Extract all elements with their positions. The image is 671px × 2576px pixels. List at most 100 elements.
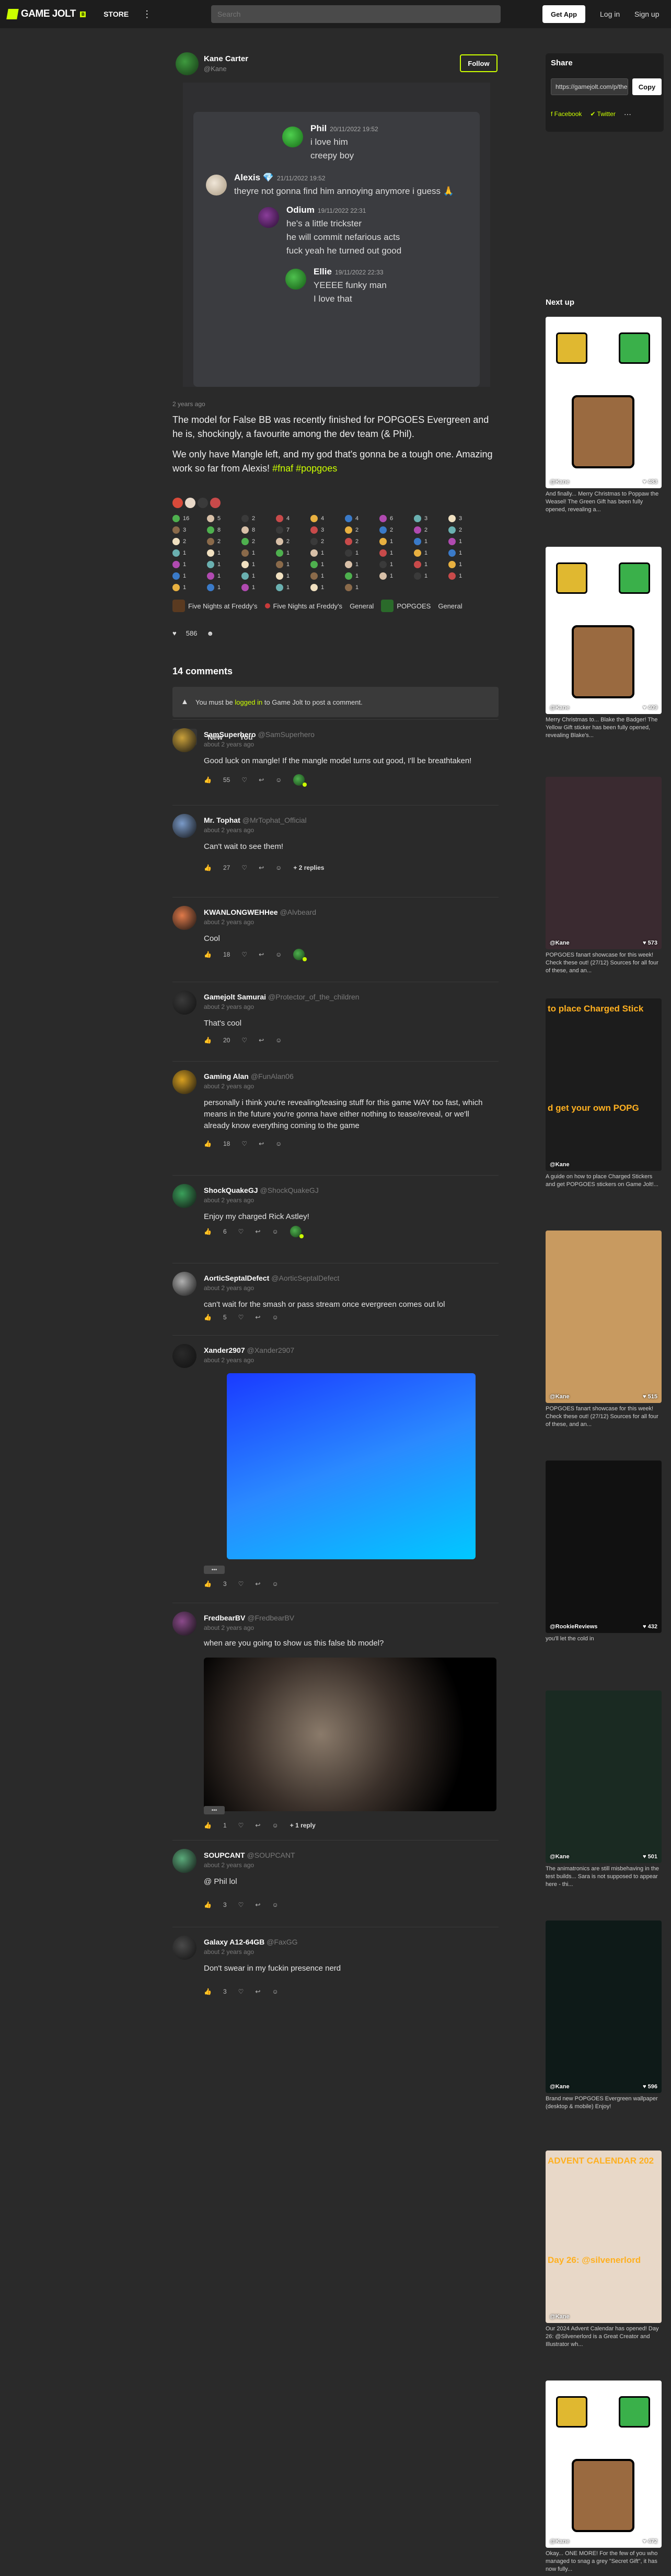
comment-author[interactable]: KWANLONGWEHHee @Alvbeard xyxy=(204,908,316,916)
comment-avatar[interactable] xyxy=(172,1849,196,1873)
sticker-reaction[interactable]: 1 xyxy=(207,560,236,569)
sticker-reaction[interactable]: 4 xyxy=(345,514,374,523)
sticker-reaction[interactable]: 1 xyxy=(345,549,374,557)
reply-icon[interactable]: ↩ xyxy=(259,951,264,958)
replies-link[interactable]: + 1 reply xyxy=(290,1822,316,1829)
sticker-reaction[interactable]: 1 xyxy=(448,572,478,580)
comment-author[interactable]: FredbearBV @FredbearBV xyxy=(204,1614,294,1622)
copy-button[interactable]: Copy xyxy=(632,78,662,95)
next-up-card[interactable]: @Kane ♥ 472 Okay... ONE MORE! For the few … xyxy=(546,2380,662,2574)
next-up-card[interactable]: @Kane ♥ 573 POPGOES fanart showcase for th… xyxy=(546,777,662,975)
sticker-reaction[interactable]: 8 xyxy=(207,526,236,534)
login-link[interactable]: logged in xyxy=(235,698,262,706)
sticker-reaction[interactable]: 2 xyxy=(414,526,443,534)
comment-avatar[interactable] xyxy=(172,906,196,930)
comment-author[interactable]: ShockQuakeGJ @ShockQuakeGJ xyxy=(204,1186,319,1194)
sticker-reaction[interactable]: 1 xyxy=(172,572,202,580)
reply-icon[interactable]: ↩ xyxy=(255,1901,260,1908)
sticker-reaction[interactable]: 2 xyxy=(276,537,305,546)
sticker-reaction[interactable]: 1 xyxy=(241,572,271,580)
hashtag-link[interactable]: #popgoes xyxy=(296,463,337,474)
next-up-card[interactable]: @Kane ♥ 483 And finally... Merry Christmas… xyxy=(546,317,662,514)
like-icon[interactable]: 👍 xyxy=(204,1140,212,1147)
gamejolt-logo[interactable]: GAME JOLT Β xyxy=(6,8,86,20)
heart-icon[interactable]: ♡ xyxy=(238,1822,244,1829)
comment-author[interactable]: Xander2907 @Xander2907 xyxy=(204,1346,294,1354)
charged-stickers[interactable] xyxy=(172,498,486,510)
comment-author[interactable]: Mr. Tophat @MrTophat_Official xyxy=(204,816,307,824)
comment-author[interactable]: Gaming Alan @FunAlan06 xyxy=(204,1072,294,1080)
follow-button[interactable]: Follow xyxy=(460,54,498,72)
heart-icon[interactable]: ♡ xyxy=(241,864,247,871)
like-icon[interactable]: 👍 xyxy=(204,1228,212,1235)
community-tag[interactable]: Five Nights at Freddy's xyxy=(172,600,258,612)
post-image[interactable]: Phil 20/11/2022 19:52 i love him creepy b… xyxy=(183,83,490,387)
next-up-card[interactable]: to place Charged Stick d get your own POP… xyxy=(546,998,662,1197)
signup-link[interactable]: Sign up xyxy=(634,10,659,18)
sticker-reaction[interactable]: 2 xyxy=(310,537,340,546)
sticker-reaction[interactable]: 7 xyxy=(276,526,305,534)
sticker-reaction[interactable]: 1 xyxy=(379,560,409,569)
sticker-reaction[interactable]: 1 xyxy=(241,583,271,592)
more-share-icon[interactable]: ··· xyxy=(624,110,631,118)
sticker-reaction[interactable]: 2 xyxy=(448,526,478,534)
like-count[interactable]: 586 xyxy=(186,629,198,637)
facebook-share-button[interactable]: f Facebook xyxy=(551,110,582,118)
sticker-reaction[interactable]: 1 xyxy=(276,549,305,557)
sticker-reaction[interactable]: 1 xyxy=(310,549,340,557)
reply-icon[interactable]: ↩ xyxy=(255,1580,260,1588)
sticker-add-icon[interactable]: ☺ xyxy=(272,1228,278,1235)
search-input[interactable] xyxy=(211,5,501,23)
reply-icon[interactable]: ↩ xyxy=(259,864,264,871)
image-expand-button[interactable]: ••• xyxy=(204,1806,225,1814)
comment-image[interactable] xyxy=(227,1373,476,1559)
sticker-reaction[interactable]: 1 xyxy=(207,583,236,592)
sticker-reaction[interactable]: 1 xyxy=(207,572,236,580)
sticker-reaction[interactable]: 1 xyxy=(448,537,478,546)
sticker-add-icon[interactable]: ☺ xyxy=(272,1988,278,1995)
sticker-reaction[interactable]: 3 xyxy=(448,514,478,523)
card-thumbnail[interactable]: to place Charged Stick d get your own POP… xyxy=(546,998,662,1171)
sticker-reaction[interactable]: 1 xyxy=(310,583,340,592)
sticker-reaction[interactable]: 3 xyxy=(172,526,202,534)
card-thumbnail[interactable]: @Kane ♥ 472 xyxy=(546,2380,662,2548)
next-up-card[interactable]: @Kane ♥ 409 Merry Christmas to... Blake th… xyxy=(546,547,662,740)
sticker-reaction[interactable]: 1 xyxy=(172,583,202,592)
sticker-reaction[interactable]: 1 xyxy=(276,572,305,580)
comment-avatar[interactable] xyxy=(172,1070,196,1094)
sticker-reaction[interactable]: 1 xyxy=(345,583,374,592)
heart-icon[interactable]: ♡ xyxy=(241,1037,247,1044)
sticker-reaction[interactable]: 1 xyxy=(414,549,443,557)
reply-icon[interactable]: ↩ xyxy=(255,1314,260,1321)
comment-avatar[interactable] xyxy=(172,1936,196,1960)
comment-avatar[interactable] xyxy=(172,1612,196,1636)
sticker-reaction[interactable]: 1 xyxy=(345,560,374,569)
comment-author[interactable]: Gamejolt Samurai @Protector_of_the_childr… xyxy=(204,993,360,1001)
heart-icon[interactable]: ♡ xyxy=(241,951,247,958)
sticker-reaction[interactable]: 4 xyxy=(276,514,305,523)
reply-icon[interactable]: ↩ xyxy=(259,1037,264,1044)
author-avatar[interactable] xyxy=(176,52,199,75)
channel-tag[interactable]: General xyxy=(350,602,374,610)
comment-avatar[interactable] xyxy=(172,1344,196,1368)
card-thumbnail[interactable]: @Kane ♥ 483 xyxy=(546,317,662,488)
sticker-reaction[interactable]: 1 xyxy=(345,572,374,580)
like-icon[interactable]: 👍 xyxy=(204,864,212,871)
card-thumbnail[interactable]: @Kane ♥ 409 xyxy=(546,547,662,714)
sticker-reaction[interactable]: 1 xyxy=(172,549,202,557)
card-thumbnail[interactable]: @Kane ♥ 596 xyxy=(546,1920,662,2093)
author-handle[interactable]: @Kane xyxy=(204,65,227,73)
sticker-reaction[interactable]: 1 xyxy=(310,572,340,580)
next-up-card[interactable]: ADVENT CALENDAR 202 Day 26: @silvenerlord… xyxy=(546,2150,662,2349)
reply-icon[interactable]: ↩ xyxy=(259,1140,264,1147)
more-menu-icon[interactable]: ⋮ xyxy=(142,9,152,20)
comment-image[interactable] xyxy=(204,1658,496,1811)
sticker-reaction[interactable]: 1 xyxy=(172,560,202,569)
comment-avatar[interactable] xyxy=(172,991,196,1015)
sticker-reaction[interactable]: 5 xyxy=(207,514,236,523)
reply-icon[interactable]: ↩ xyxy=(255,1822,260,1829)
sticker-reaction[interactable]: 1 xyxy=(310,560,340,569)
sticker-reaction[interactable]: 2 xyxy=(345,537,374,546)
sticker-reaction[interactable]: 1 xyxy=(207,549,236,557)
sticker-reaction[interactable]: 1 xyxy=(414,560,443,569)
